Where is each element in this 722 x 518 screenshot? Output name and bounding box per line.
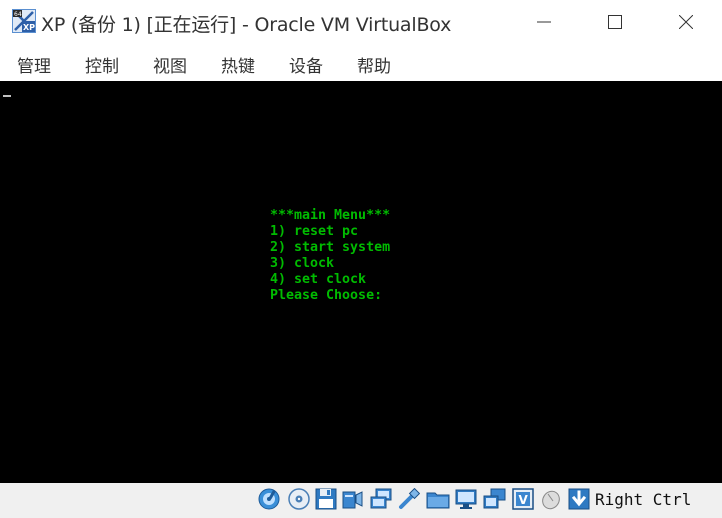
floppy-drive-icon[interactable] <box>315 488 337 510</box>
minimize-icon <box>537 21 551 23</box>
svg-text:64: 64 <box>14 11 22 18</box>
window-title: XP (备份 1) [正在运行] - Oracle VM VirtualBox <box>41 14 452 36</box>
virtualization-icon[interactable]: V <box>512 488 534 510</box>
console-option-set-clock: 4) set clock <box>270 272 367 287</box>
console-menu-title: ***main Menu*** <box>270 208 391 223</box>
audio-icon[interactable] <box>342 488 364 510</box>
console-menu: ***main Menu*** 1) reset pc 2) start sys… <box>270 208 390 304</box>
video-capture-icon[interactable] <box>483 488 506 510</box>
menu-machine[interactable]: 管理 <box>17 52 51 77</box>
svg-text:V: V <box>519 493 529 507</box>
menu-bar: 管理 控制 视图 热键 设备 帮助 <box>0 44 722 81</box>
console-prompt: Please Choose: <box>270 288 383 303</box>
network-icon[interactable] <box>370 488 392 510</box>
shared-folders-icon[interactable] <box>426 488 450 510</box>
hard-disk-icon[interactable] <box>258 488 280 510</box>
vm-display[interactable]: ***main Menu*** 1) reset pc 2) start sys… <box>0 81 722 483</box>
status-bar: V Right Ctrl <box>0 483 722 518</box>
menu-devices[interactable]: 设备 <box>289 52 323 77</box>
maximize-button[interactable] <box>592 0 638 44</box>
console-option-start: 2) start system <box>270 240 391 255</box>
close-icon <box>679 15 693 29</box>
optical-drive-icon[interactable] <box>288 488 310 510</box>
console-option-clock: 3) clock <box>270 256 335 271</box>
title-bar[interactable]: 64 XP XP (备份 1) [正在运行] - Oracle VM Virtu… <box>0 0 722 44</box>
minimize-button[interactable] <box>521 0 567 44</box>
usb-icon[interactable] <box>398 487 421 510</box>
display-icon[interactable] <box>455 488 477 510</box>
keyboard-capture-icon[interactable] <box>568 488 590 510</box>
menu-view[interactable]: 视图 <box>153 52 187 77</box>
virtualbox-xp-icon: 64 XP <box>12 9 36 33</box>
maximize-icon <box>608 15 622 29</box>
menu-input[interactable]: 热键 <box>221 52 255 77</box>
svg-text:XP: XP <box>23 23 35 32</box>
host-key-label[interactable]: Right Ctrl <box>595 490 691 509</box>
console-option-reset: 1) reset pc <box>270 224 359 239</box>
menu-control[interactable]: 控制 <box>85 52 119 77</box>
menu-help[interactable]: 帮助 <box>357 52 391 77</box>
virtualbox-window: 64 XP XP (备份 1) [正在运行] - Oracle VM Virtu… <box>0 0 722 518</box>
text-cursor <box>3 95 11 97</box>
mouse-integration-icon[interactable] <box>540 488 562 510</box>
close-button[interactable] <box>663 0 709 44</box>
